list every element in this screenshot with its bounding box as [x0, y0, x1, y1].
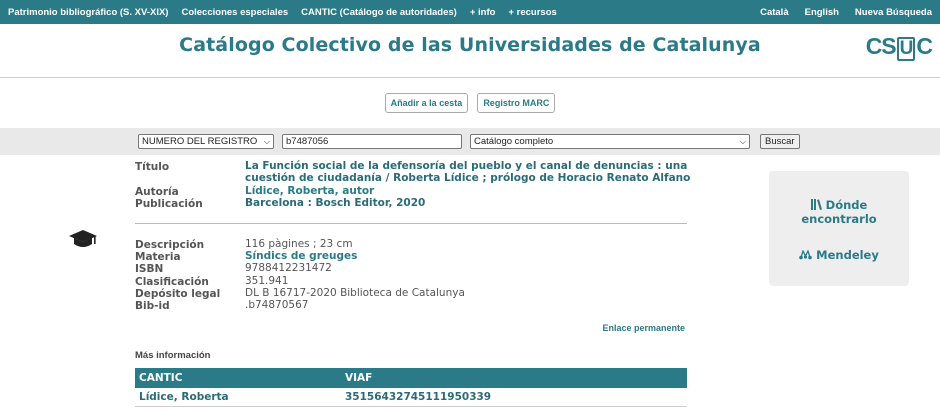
classification-value: 351.941: [245, 275, 289, 287]
chevron-down-icon: ⌵: [263, 137, 270, 146]
table-row: Lídice, Roberta 35156432745111950339: [135, 389, 687, 407]
search-field-value: NUMERO DEL REGISTRO: [142, 136, 258, 147]
description-value: 116 pàgines ; 23 cm: [245, 238, 353, 250]
top-nav-right: Català English Nueva Búsqueda: [744, 0, 932, 24]
lang-english-link[interactable]: English: [805, 7, 839, 18]
catalog-select-value: Catálogo completo: [474, 136, 554, 147]
add-to-basket-button[interactable]: Añadir a la cesta: [384, 93, 469, 113]
description-label: Descripción: [135, 239, 205, 251]
title-value-line2: cuestión de ciudadanía / Roberta Lídice …: [245, 172, 691, 184]
cantic-link[interactable]: Lídice, Roberta: [139, 391, 229, 403]
search-field-select[interactable]: NUMERO DEL REGISTRO ⌵: [138, 134, 274, 149]
catalog-select[interactable]: Catálogo completo ⌵: [470, 134, 750, 149]
more-info-table-header: CANTIC VIAF: [135, 368, 687, 388]
books-icon: [810, 199, 822, 210]
where-line2: encontrarlo: [801, 212, 877, 226]
col-cantic-header: CANTIC: [139, 372, 183, 384]
classification-label: Clasificación: [135, 276, 209, 288]
where-to-find-link[interactable]: Dónde encontrarlo: [769, 198, 909, 226]
nav-link-recursos[interactable]: + recursos: [508, 7, 556, 18]
subject-label: Materia: [135, 251, 181, 263]
logo-text-u: U: [896, 37, 916, 61]
chevron-down-icon: ⌵: [739, 137, 746, 146]
logo-text-cs: CS: [865, 33, 897, 59]
mendeley-icon: [799, 249, 812, 260]
search-button[interactable]: Buscar: [760, 134, 800, 149]
viaf-link[interactable]: 35156432745111950339: [345, 391, 491, 403]
top-navbar: Patrimonio bibliográfico (S. XV-XIX) Col…: [0, 0, 940, 24]
new-search-link[interactable]: Nueva Búsqueda: [855, 7, 932, 18]
logo-text-c: C: [916, 33, 933, 59]
lang-catala-link[interactable]: Català: [760, 7, 789, 18]
graduation-cap-icon: [69, 230, 97, 247]
search-input-value: b7487056: [286, 136, 329, 147]
mendeley-label: Mendeley: [816, 248, 879, 262]
marc-record-button[interactable]: Registro MARC: [477, 93, 556, 113]
publication-value: Barcelona : Bosch Editor, 2020: [245, 197, 426, 209]
mendeley-link[interactable]: Mendeley: [769, 248, 909, 262]
nav-link-patrimonio[interactable]: Patrimonio bibliográfico (S. XV-XIX): [8, 7, 168, 18]
isbn-value: 9788412231472: [245, 262, 332, 274]
legal-deposit-label: Depósito legal: [135, 288, 221, 300]
author-link[interactable]: Lídice, Roberta, autor: [245, 186, 695, 197]
header-divider: [0, 77, 940, 78]
bibid-label: Bib-id: [135, 300, 170, 312]
where-line1: Dónde: [825, 198, 868, 212]
legal-deposit-value: DL B 16717-2020 Biblioteca de Catalunya: [245, 287, 465, 299]
search-input[interactable]: b7487056: [282, 134, 462, 149]
title-label: Título: [135, 161, 170, 173]
nav-link-cantic[interactable]: CANTIC (Catálogo de autoridades): [301, 7, 457, 18]
isbn-label: ISBN: [135, 263, 164, 275]
top-nav-left: Patrimonio bibliográfico (S. XV-XIX) Col…: [8, 0, 570, 24]
col-viaf-header: VIAF: [345, 372, 373, 384]
title-value-line1: La Función social de la defensoría del p…: [245, 160, 688, 172]
author-label: Autoría: [135, 186, 179, 198]
publication-label: Publicación: [135, 198, 203, 210]
record-divider: [135, 223, 687, 224]
record-actions: Añadir a la cesta Registro MARC: [0, 91, 940, 113]
csuc-logo[interactable]: CS U C: [865, 33, 933, 61]
nav-link-colecciones[interactable]: Colecciones especiales: [181, 7, 288, 18]
permalink-link[interactable]: Enlace permanente: [602, 323, 685, 333]
page-title: Catálogo Colectivo de las Universidades …: [179, 34, 761, 56]
more-info-heading: Más información: [135, 350, 211, 361]
nav-link-info[interactable]: + info: [470, 7, 496, 18]
sidebox-panel: Dónde encontrarlo Mendeley: [769, 171, 909, 286]
subject-link[interactable]: Síndics de greuges: [245, 251, 695, 262]
bibid-value: .b74870567: [245, 299, 309, 311]
search-bar: NUMERO DEL REGISTRO ⌵ b7487056 Catálogo …: [0, 128, 940, 155]
